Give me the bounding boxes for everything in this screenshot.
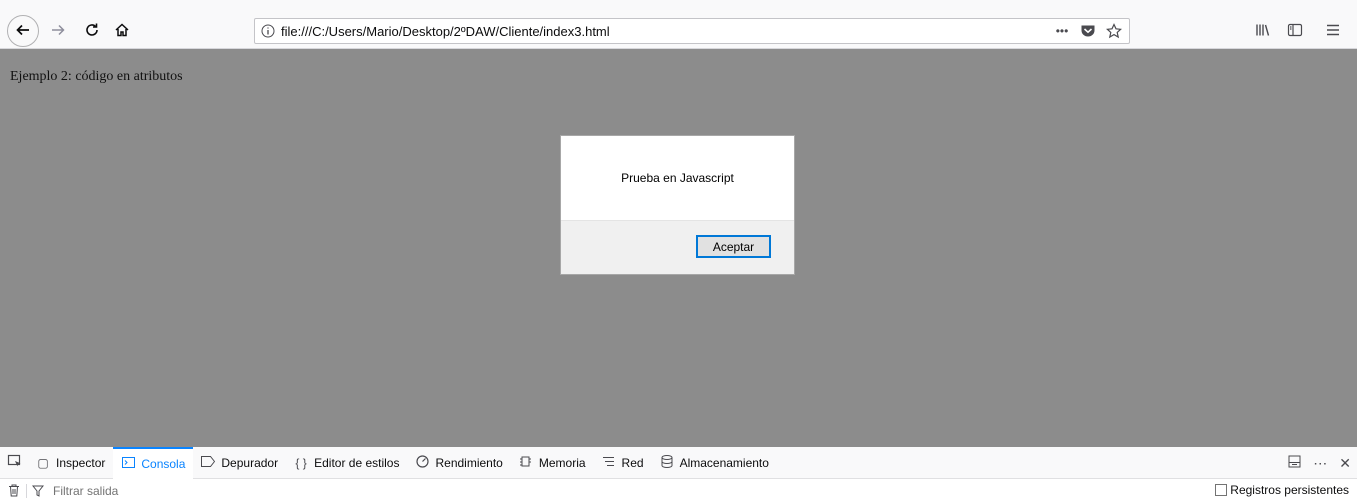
tab-label: Consola bbox=[141, 456, 186, 471]
memory-icon bbox=[519, 455, 533, 471]
forward-button[interactable] bbox=[45, 18, 71, 44]
tab-label: Memoria bbox=[538, 455, 586, 470]
tab-inspector[interactable]: ▢ Inspector bbox=[28, 447, 113, 479]
tab-label: Red bbox=[621, 455, 644, 470]
back-arrow-icon bbox=[15, 22, 31, 41]
more-options-icon[interactable]: ⋯ bbox=[1313, 455, 1327, 472]
persist-logs-label: Registros persistentes bbox=[1230, 483, 1349, 497]
ok-button[interactable]: Aceptar bbox=[696, 235, 771, 258]
sidebar-button[interactable] bbox=[1282, 18, 1308, 44]
hamburger-menu-icon bbox=[1325, 22, 1341, 41]
tab-performance[interactable]: Rendimiento bbox=[407, 447, 510, 479]
library-icon bbox=[1255, 22, 1271, 41]
forward-arrow-icon bbox=[50, 22, 66, 41]
tab-label: Editor de estilos bbox=[314, 455, 400, 470]
alert-message-area: Prueba en Javascript bbox=[561, 136, 794, 221]
bookmark-star-icon[interactable] bbox=[1103, 23, 1125, 39]
devtools-controls: ⋯ ✕ bbox=[1288, 447, 1351, 479]
home-icon bbox=[114, 22, 130, 41]
alert-dialog: Prueba en Javascript Aceptar bbox=[560, 135, 795, 275]
tab-network[interactable]: Red bbox=[594, 447, 652, 479]
element-picker-icon bbox=[7, 454, 22, 472]
network-icon bbox=[602, 456, 616, 470]
tab-label: Depurador bbox=[221, 455, 279, 470]
filter-input[interactable]: Filtrar salida bbox=[53, 484, 118, 498]
browser-toolbar: file:///C:/Users/Mario/Desktop/2ºDAW/Cli… bbox=[0, 0, 1357, 49]
page-paragraph: Ejemplo 2: código en atributos bbox=[10, 69, 183, 84]
home-button[interactable] bbox=[109, 18, 135, 44]
tab-memory[interactable]: Memoria bbox=[511, 447, 594, 479]
url-text[interactable]: file:///C:/Users/Mario/Desktop/2ºDAW/Cli… bbox=[281, 24, 1051, 39]
clear-console-icon[interactable] bbox=[2, 484, 26, 497]
pocket-icon[interactable] bbox=[1077, 24, 1099, 38]
inspector-icon: ▢ bbox=[37, 455, 49, 470]
sidebar-icon bbox=[1287, 22, 1303, 41]
tab-label: Rendimiento bbox=[435, 455, 503, 470]
library-button[interactable] bbox=[1250, 18, 1276, 44]
tab-label: Inspector bbox=[56, 455, 106, 470]
info-icon[interactable] bbox=[255, 24, 281, 38]
performance-icon bbox=[415, 454, 429, 471]
page-content: Ejemplo 2: código en atributos Prueba en… bbox=[0, 49, 1357, 447]
dock-icon[interactable] bbox=[1288, 455, 1301, 471]
tab-storage[interactable]: Almacenamiento bbox=[652, 447, 777, 479]
reload-button[interactable] bbox=[79, 18, 105, 44]
devtools-tabbar: ▢ Inspector Consola Depurador { } Editor… bbox=[0, 446, 1357, 479]
element-picker-button[interactable] bbox=[0, 447, 28, 479]
page-actions-icon[interactable]: ••• bbox=[1051, 24, 1073, 38]
console-filter-bar: Filtrar salida Registros persistentes bbox=[0, 479, 1357, 502]
console-icon bbox=[121, 456, 135, 471]
storage-icon bbox=[660, 454, 674, 471]
tab-style-editor[interactable]: { } Editor de estilos bbox=[286, 447, 407, 479]
tab-label: Almacenamiento bbox=[679, 455, 769, 470]
filter-icon bbox=[27, 485, 49, 497]
back-button[interactable] bbox=[7, 15, 39, 47]
checkbox[interactable] bbox=[1215, 484, 1228, 496]
tab-debugger[interactable]: Depurador bbox=[193, 447, 286, 479]
persist-logs-checkbox[interactable]: Registros persistentes bbox=[1215, 483, 1349, 497]
alert-message: Prueba en Javascript bbox=[621, 171, 734, 185]
reload-icon bbox=[84, 22, 100, 41]
address-bar[interactable]: file:///C:/Users/Mario/Desktop/2ºDAW/Cli… bbox=[254, 18, 1130, 44]
menu-button[interactable] bbox=[1320, 18, 1346, 44]
devtools-panel: ▢ Inspector Consola Depurador { } Editor… bbox=[0, 446, 1357, 502]
tab-console[interactable]: Consola bbox=[113, 446, 194, 479]
style-editor-icon: { } bbox=[295, 455, 307, 470]
close-icon[interactable]: ✕ bbox=[1339, 455, 1351, 472]
debugger-icon bbox=[201, 455, 216, 470]
